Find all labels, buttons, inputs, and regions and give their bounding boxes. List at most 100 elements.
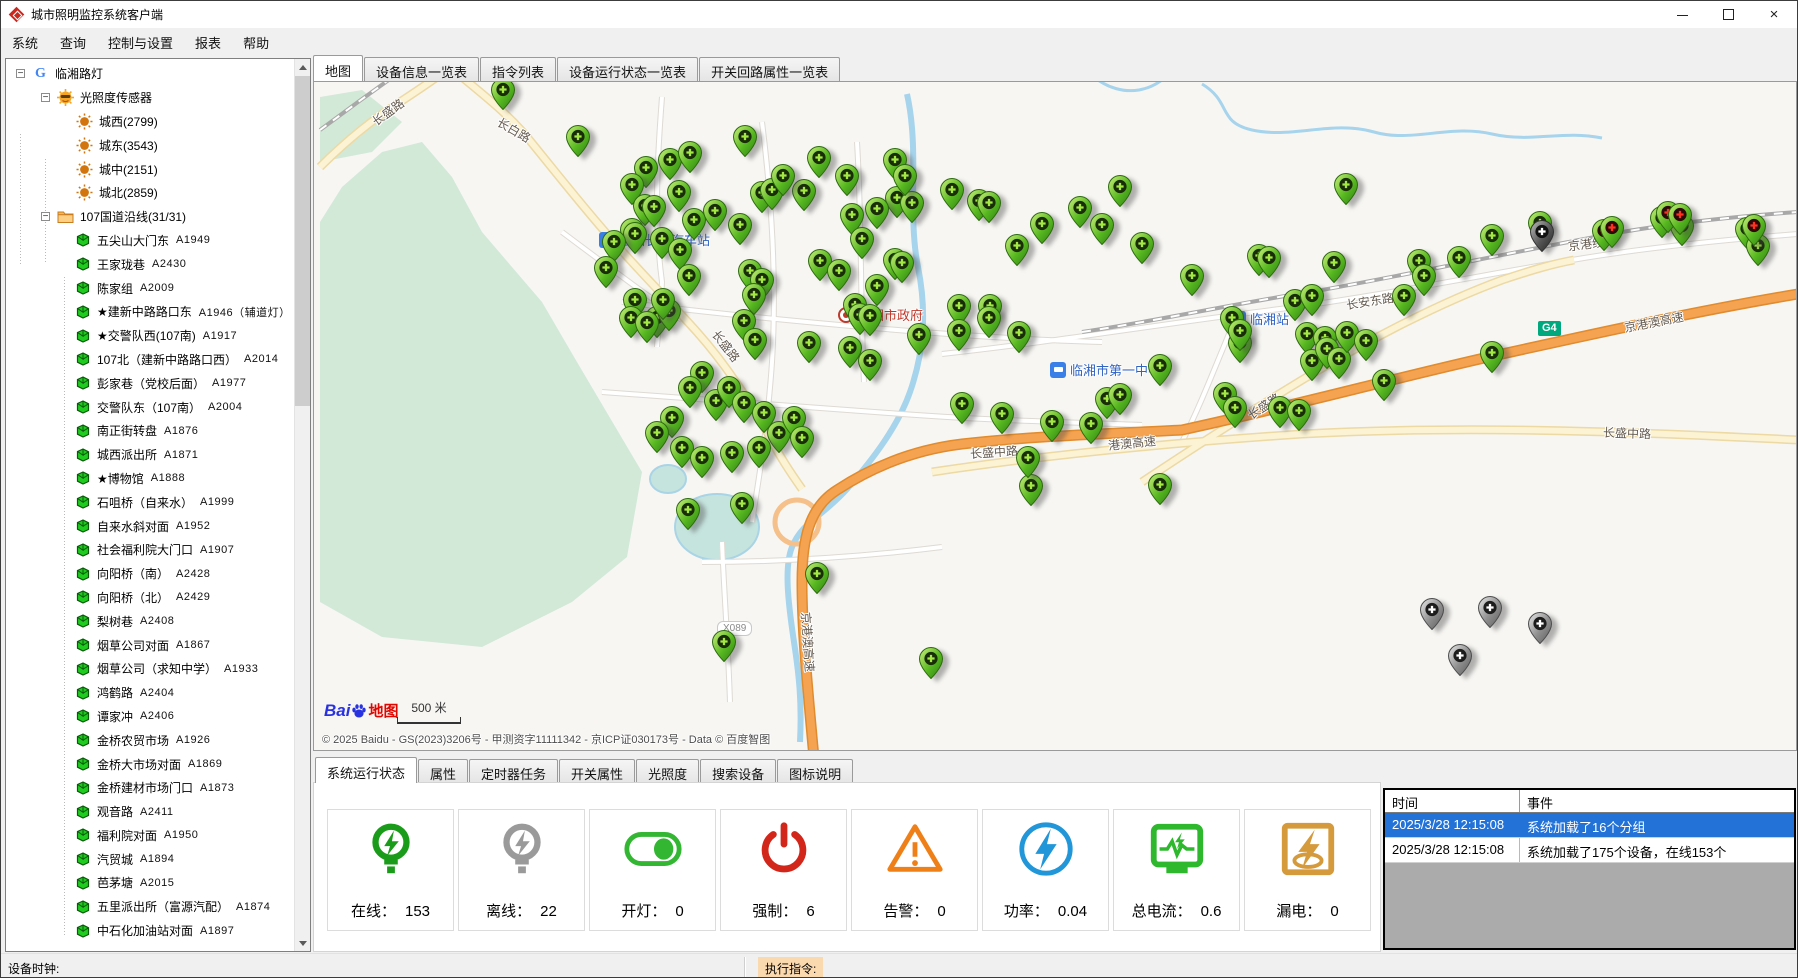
tree-item-device-19[interactable]: 鸿鹤路A2404 — [6, 681, 294, 705]
map-marker-green[interactable] — [977, 306, 1001, 338]
map-marker-green[interactable] — [797, 331, 821, 363]
map-marker-green[interactable] — [790, 426, 814, 458]
menu-item-1[interactable]: 查询 — [49, 29, 97, 56]
map-marker-green[interactable] — [1480, 224, 1504, 256]
map-marker-green[interactable] — [747, 436, 771, 468]
map-marker-green[interactable] — [594, 256, 618, 288]
map-marker-green[interactable] — [1480, 341, 1504, 373]
tree-item-sensor-1[interactable]: 城东(3543) — [6, 133, 294, 157]
map-marker-red[interactable] — [1742, 214, 1766, 246]
map-marker-green[interactable] — [1223, 396, 1247, 428]
menu-item-0[interactable]: 系统 — [1, 29, 49, 56]
map-marker-green[interactable] — [677, 264, 701, 296]
map-marker-green[interactable] — [1287, 399, 1311, 431]
bottom-tab-6[interactable]: 图标说明 — [777, 759, 853, 783]
map-marker-green[interactable] — [1108, 175, 1132, 207]
bottom-tab-4[interactable]: 光照度 — [636, 759, 699, 783]
map-marker-green[interactable] — [1300, 284, 1324, 316]
tree-item-device-8[interactable]: 南正街转盘A1876 — [6, 419, 294, 443]
map-marker-green[interactable] — [1334, 173, 1358, 205]
map-marker-green[interactable] — [977, 191, 1001, 223]
tree-item-device-3[interactable]: ★建新中路路口东A1946（辅道灯） — [6, 300, 294, 324]
map-marker-green[interactable] — [743, 328, 767, 360]
map-marker-green[interactable] — [733, 125, 757, 157]
map-marker-green[interactable] — [1257, 246, 1281, 278]
event-row-1[interactable]: 2025/3/28 12:15:08系统加载了175个设备，在线153个 — [1385, 838, 1794, 863]
map-marker-green[interactable] — [1005, 234, 1029, 266]
map-marker-green[interactable] — [805, 562, 829, 594]
tree-item-device-4[interactable]: ★交警队西(107南)A1917 — [6, 324, 294, 348]
tree-item-device-10[interactable]: ★博物馆A1888 — [6, 467, 294, 491]
tree-item-device-5[interactable]: 107北（建新中路路口西）A2014 — [6, 348, 294, 372]
maximize-button[interactable] — [1705, 1, 1751, 28]
map-marker-green[interactable] — [858, 304, 882, 336]
tree-item-device-20[interactable]: 谭家冲A2406 — [6, 705, 294, 729]
map-tab-0[interactable]: 地图 — [313, 55, 363, 81]
map-marker-green[interactable] — [678, 141, 702, 173]
scroll-down-icon[interactable] — [295, 935, 310, 951]
map-marker-green[interactable] — [807, 146, 831, 178]
tree-expander-icon[interactable]: − — [16, 69, 25, 78]
scroll-up-icon[interactable] — [295, 59, 310, 75]
map-marker-red[interactable] — [1600, 216, 1624, 248]
map-marker-green[interactable] — [728, 213, 752, 245]
menu-item-3[interactable]: 报表 — [184, 29, 232, 56]
tree-item-device-11[interactable]: 石咀桥（自来水）A1999 — [6, 490, 294, 514]
map-marker-green[interactable] — [1180, 264, 1204, 296]
map-marker-green[interactable] — [1130, 232, 1154, 264]
scrollbar-thumb[interactable] — [295, 76, 310, 406]
map-marker-green[interactable] — [645, 421, 669, 453]
tree-item-device-6[interactable]: 彭家巷（党校后面）A1977 — [6, 371, 294, 395]
tree-item-device-7[interactable]: 交警队东（107南）A2004 — [6, 395, 294, 419]
tree-item-sensor-0[interactable]: 城西(2799) — [6, 110, 294, 134]
map-tab-3[interactable]: 设备运行状态一览表 — [557, 57, 698, 81]
map-marker-green[interactable] — [1108, 383, 1132, 415]
map-canvas[interactable]: 长白路长盛路长盛路长盛中路港澳高速长盛中路长安东路京港线京港澳高速京港澳高速长盛… — [313, 81, 1797, 751]
map-marker-green[interactable] — [491, 81, 515, 110]
map-marker-green[interactable] — [1148, 354, 1172, 386]
bottom-tab-0[interactable]: 系统运行状态 — [315, 757, 417, 783]
tree-item-device-0[interactable]: 五尖山大门东A1949 — [6, 229, 294, 253]
event-row-0[interactable]: 2025/3/28 12:15:08系统加载了16个分组 — [1385, 813, 1794, 838]
map-marker-green[interactable] — [635, 311, 659, 343]
bottom-tab-5[interactable]: 搜索设备 — [700, 759, 776, 783]
close-button[interactable]: × — [1751, 1, 1797, 28]
bottom-tab-3[interactable]: 开关属性 — [559, 759, 635, 783]
map-marker-black[interactable] — [1530, 220, 1554, 252]
tree-item-device-12[interactable]: 自来水斜对面A1952 — [6, 514, 294, 538]
map-tab-4[interactable]: 开关回路属性一览表 — [699, 57, 840, 81]
map-marker-green[interactable] — [678, 376, 702, 408]
tree-item-device-16[interactable]: 梨树巷A2408 — [6, 609, 294, 633]
menu-item-2[interactable]: 控制与设置 — [97, 29, 184, 56]
tree-item-device-13[interactable]: 社会福利院大门口A1907 — [6, 538, 294, 562]
map-marker-green[interactable] — [950, 392, 974, 424]
tree-scrollbar[interactable] — [294, 59, 310, 951]
map-tab-1[interactable]: 设备信息一览表 — [364, 57, 479, 81]
map-marker-green[interactable] — [771, 164, 795, 196]
map-marker-green[interactable] — [1016, 446, 1040, 478]
tree-item-device-17[interactable]: 烟草公司对面A1867 — [6, 633, 294, 657]
tree-item-device-27[interactable]: 芭茅塘A2015 — [6, 871, 294, 895]
tree-item-device-15[interactable]: 向阳桥（北）A2429 — [6, 586, 294, 610]
tree-item-device-23[interactable]: 金桥建材市场门口A1873 — [6, 776, 294, 800]
map-marker-green[interactable] — [1372, 369, 1396, 401]
map-marker-green[interactable] — [676, 498, 700, 530]
tree-item-device-1[interactable]: 王家珑巷A2430 — [6, 252, 294, 276]
tree-item-device-26[interactable]: 汽贸城A1894 — [6, 847, 294, 871]
map-marker-green[interactable] — [792, 179, 816, 211]
tree-item-device-2[interactable]: 陈家组A2009 — [6, 276, 294, 300]
map-marker-green[interactable] — [1354, 329, 1378, 361]
map-marker-green[interactable] — [990, 402, 1014, 434]
tree-item-device-9[interactable]: 城西派出所A1871 — [6, 443, 294, 467]
map-marker-green[interactable] — [1090, 213, 1114, 245]
map-marker-green[interactable] — [858, 349, 882, 381]
map-marker-green[interactable] — [720, 441, 744, 473]
tree-item-device-24[interactable]: 观音路A2411 — [6, 800, 294, 824]
map-marker-green[interactable] — [1007, 321, 1031, 353]
tree-item-device-22[interactable]: 金桥大市场对面A1869 — [6, 752, 294, 776]
tree-item-device-25[interactable]: 福利院对面A1950 — [6, 824, 294, 848]
tree-item-device-28[interactable]: 五里派出所（富源汽配）A1874 — [6, 895, 294, 919]
map-marker-green[interactable] — [865, 197, 889, 229]
map-marker-green[interactable] — [712, 630, 736, 662]
tree-item-sensors[interactable]: −光照度传感器 — [6, 86, 294, 110]
